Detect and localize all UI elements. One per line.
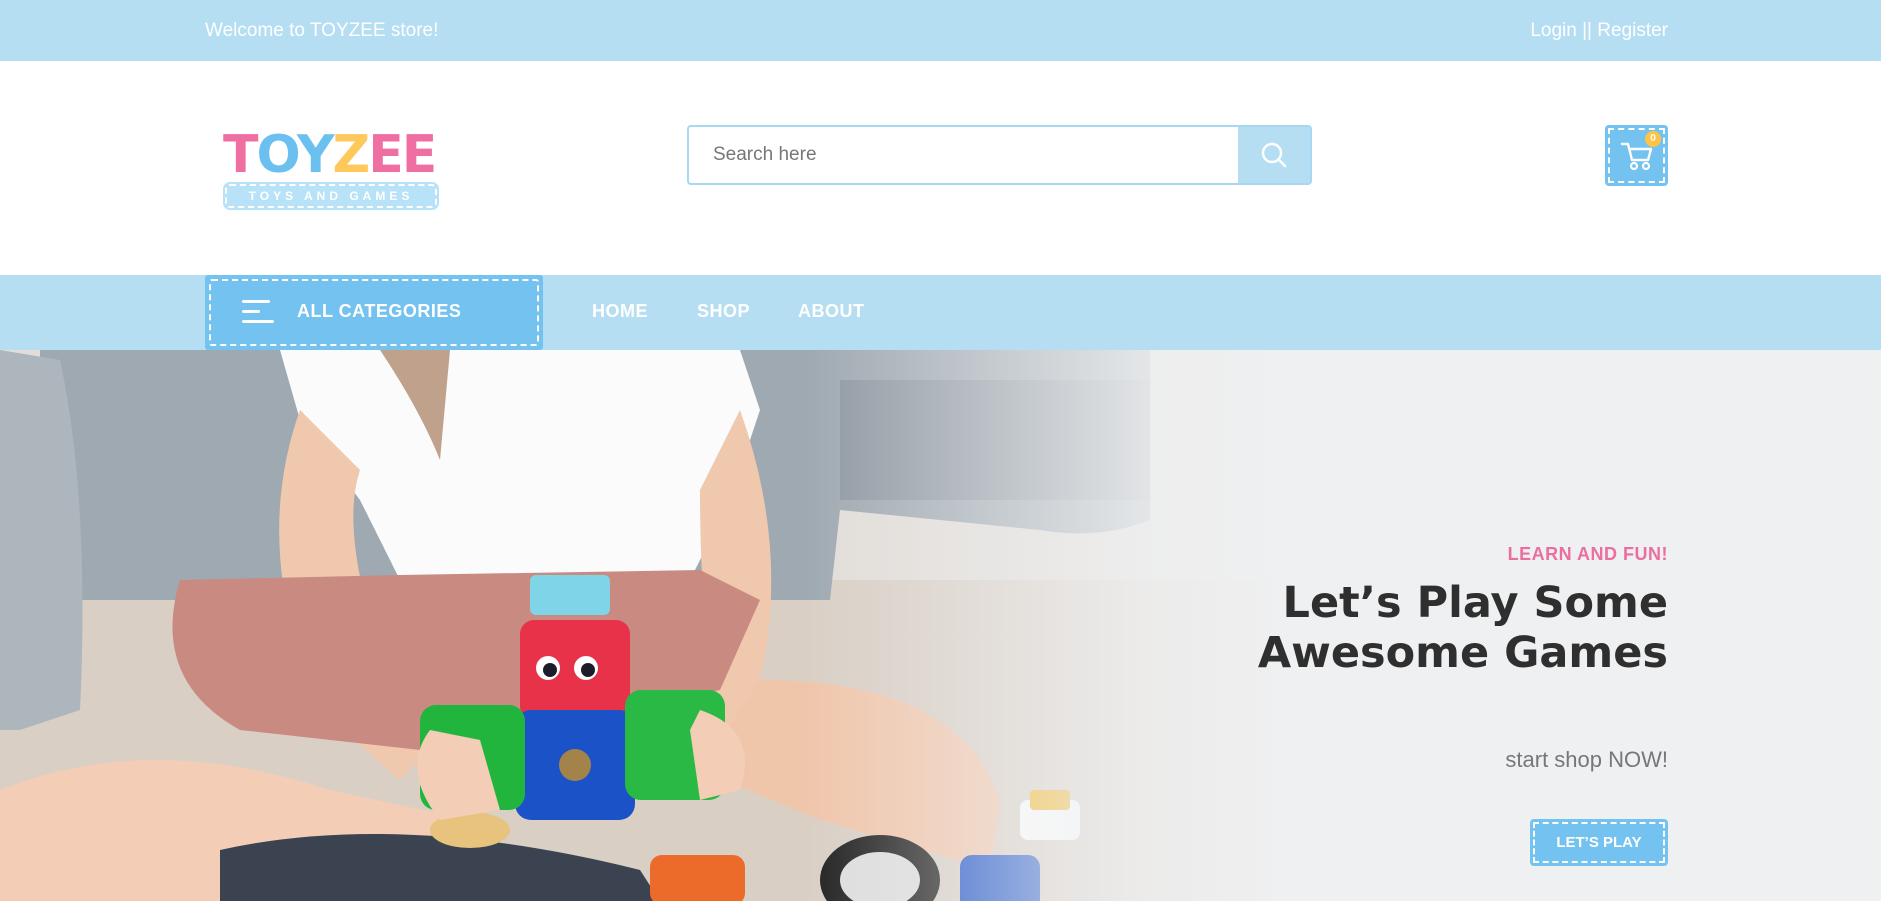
nav-about[interactable]: ABOUT (798, 301, 865, 322)
search-box (687, 125, 1312, 185)
logo-wordmark: TOYZEE (223, 125, 437, 185)
main-nav: ALL CATEGORIES HOME SHOP ABOUT (0, 275, 1881, 350)
search-button[interactable] (1238, 127, 1310, 183)
search-icon (1261, 142, 1287, 168)
menu-icon (242, 298, 274, 326)
store-logo[interactable]: TOYZEE TOYS AND GAMES (223, 127, 439, 213)
all-categories-label: ALL CATEGORIES (297, 301, 462, 321)
hero-eyebrow: LEARN AND FUN! (1507, 544, 1668, 564)
welcome-text: Welcome to TOYZEE store! (205, 20, 439, 41)
top-bar: Welcome to TOYZEE store! Login || Regist… (0, 0, 1881, 61)
site-header: TOYZEE TOYS AND GAMES 0 (0, 61, 1881, 275)
login-register-link[interactable]: Login || Register (1530, 20, 1668, 42)
cart-button[interactable]: 0 (1605, 125, 1668, 186)
logo-tagline: TOYS AND GAMES (223, 182, 439, 210)
lets-play-button[interactable]: LET’S PLAY (1530, 819, 1668, 866)
nav-shop[interactable]: SHOP (697, 301, 750, 322)
cart-count-badge: 0 (1645, 131, 1661, 147)
nav-home[interactable]: HOME (592, 301, 648, 322)
hero-headline: Let’s Play Some Awesome Games (1257, 578, 1668, 678)
search-input[interactable] (689, 127, 1238, 183)
all-categories-button[interactable]: ALL CATEGORIES (205, 275, 543, 350)
hero-banner: LEARN AND FUN! Let’s Play Some Awesome G… (0, 350, 1881, 901)
hero-subtitle: start shop NOW! (1505, 747, 1668, 772)
